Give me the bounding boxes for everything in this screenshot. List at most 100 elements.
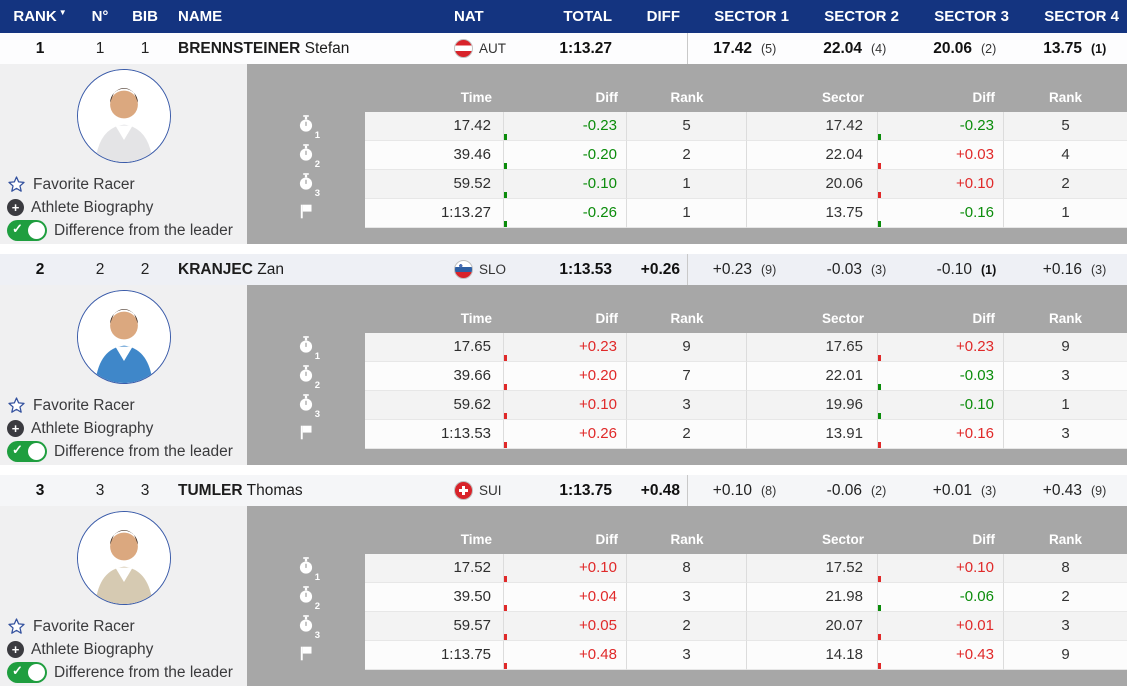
sector3-value: -0.10 bbox=[937, 261, 972, 279]
split-diff-value: +0.23 bbox=[579, 338, 617, 355]
splits-table: Time Diff Rank Sector Diff Rank 1 bbox=[247, 285, 1127, 465]
diff-trend-tick bbox=[504, 163, 507, 169]
split-rank: 1 bbox=[627, 199, 747, 228]
split-sector-diff-cell: +0.10 bbox=[878, 554, 1004, 583]
favorite-racer-button[interactable]: Favorite Racer bbox=[0, 615, 247, 638]
sector-diff-trend-tick bbox=[878, 413, 881, 419]
sector-diff-trend-tick bbox=[878, 442, 881, 448]
split-diff-value: +0.10 bbox=[579, 559, 617, 576]
nat-code: AUT bbox=[479, 41, 506, 56]
split-rank: 2 bbox=[627, 420, 747, 449]
racer-last-name: BRENNSTEINER bbox=[178, 40, 300, 57]
splits-header-sector: Sector bbox=[747, 532, 878, 547]
split-row: 1:13.27 -0.26 1 13.75 -0.16 1 bbox=[247, 199, 1127, 228]
favorite-racer-button[interactable]: Favorite Racer bbox=[0, 394, 247, 417]
racer-photo[interactable] bbox=[77, 511, 171, 605]
athlete-biography-button[interactable]: + Athlete Biography bbox=[0, 417, 247, 440]
racer-sector4-cell: +0.16(3) bbox=[1017, 254, 1127, 285]
split-sector-diff-value: -0.06 bbox=[960, 588, 994, 605]
split-sector-time: 13.91 bbox=[747, 420, 878, 449]
racer-total-time: 1:13.53 bbox=[520, 261, 612, 279]
toggle-on-icon[interactable]: ✓ bbox=[7, 662, 47, 683]
difference-from-leader-toggle[interactable]: ✓ Difference from the leader bbox=[0, 440, 247, 463]
racer-total-diff: +0.26 bbox=[612, 261, 687, 279]
split-sector-diff-cell: +0.43 bbox=[878, 641, 1004, 670]
athlete-biography-button[interactable]: + Athlete Biography bbox=[0, 196, 247, 219]
split-rank: 3 bbox=[627, 391, 747, 420]
split-row: 1 17.52 +0.10 8 17.52 +0.10 8 bbox=[247, 554, 1127, 583]
racer-photo[interactable] bbox=[77, 69, 171, 163]
split-rank: 3 bbox=[627, 641, 747, 670]
splits-table-header: Time Diff Rank Sector Diff Rank bbox=[247, 506, 1127, 554]
racer-first-name: Zan bbox=[257, 261, 284, 278]
racer-bib: 2 bbox=[120, 261, 170, 279]
racer-result-row[interactable]: 1 1 1 BRENNSTEINER Stefan AUT 1:13.27 17… bbox=[0, 33, 1127, 64]
racer-result-row[interactable]: 2 2 2 KRANJEC Zan SLO 1:13.53 +0.26 +0.2… bbox=[0, 254, 1127, 285]
athlete-biography-label: Athlete Biography bbox=[31, 199, 153, 217]
athlete-biography-label: Athlete Biography bbox=[31, 641, 153, 659]
split-sector-rank: 1 bbox=[1004, 391, 1127, 420]
racer-info-panel: Favorite Racer + Athlete Biography ✓ Dif… bbox=[0, 285, 247, 465]
split-cumulative-time: 59.57 bbox=[365, 612, 504, 641]
intermediate-number: 3 bbox=[315, 188, 320, 199]
split-cumulative-time: 1:13.53 bbox=[365, 420, 504, 449]
intermediate-number: 1 bbox=[315, 572, 320, 583]
split-sector-diff-value: +0.10 bbox=[956, 175, 994, 192]
splits-header-sector: Sector bbox=[747, 311, 878, 326]
split-diff-value: -0.10 bbox=[583, 175, 617, 192]
racer-details-panel: Favorite Racer + Athlete Biography ✓ Dif… bbox=[0, 285, 1127, 465]
athlete-biography-button[interactable]: + Athlete Biography bbox=[0, 638, 247, 661]
sort-desc-icon: ▼ bbox=[59, 8, 67, 17]
racer-list: 1 1 1 BRENNSTEINER Stefan AUT 1:13.27 17… bbox=[0, 33, 1127, 686]
column-header-number: N° bbox=[80, 8, 120, 25]
diff-trend-tick bbox=[504, 192, 507, 198]
difference-from-leader-label: Difference from the leader bbox=[54, 664, 233, 682]
racer-photo[interactable] bbox=[77, 290, 171, 384]
split-sector-diff-cell: +0.10 bbox=[878, 170, 1004, 199]
intermediate-number: 3 bbox=[315, 630, 320, 641]
racer-number: 3 bbox=[80, 482, 120, 500]
split-diff-cell: +0.23 bbox=[504, 333, 627, 362]
finish-flag-icon bbox=[298, 203, 314, 225]
toggle-knob bbox=[28, 443, 45, 460]
difference-from-leader-toggle[interactable]: ✓ Difference from the leader bbox=[0, 219, 247, 242]
sector2-value: 22.04 bbox=[823, 40, 862, 58]
split-icon-cell: 3 bbox=[247, 612, 365, 641]
difference-from-leader-toggle[interactable]: ✓ Difference from the leader bbox=[0, 661, 247, 684]
column-header-rank[interactable]: RANK▼ bbox=[0, 8, 80, 25]
split-sector-rank: 4 bbox=[1004, 141, 1127, 170]
plus-icon: + bbox=[7, 199, 24, 216]
splits-header-rank: Rank bbox=[627, 90, 747, 105]
plus-icon: + bbox=[7, 641, 24, 658]
racer-name: BRENNSTEINER Stefan bbox=[170, 40, 450, 58]
column-header-name: NAME bbox=[170, 8, 450, 25]
racer-sector2-cell: 22.04(4) bbox=[797, 33, 907, 64]
splits-header-time: Time bbox=[365, 90, 504, 105]
sector-diff-trend-tick bbox=[878, 576, 881, 582]
split-diff-cell: +0.48 bbox=[504, 641, 627, 670]
split-sector-time: 20.06 bbox=[747, 170, 878, 199]
split-sector-diff-value: -0.16 bbox=[960, 204, 994, 221]
column-header-bib: BIB bbox=[120, 8, 170, 25]
split-icon-cell: 2 bbox=[247, 583, 365, 612]
sector-diff-trend-tick bbox=[878, 634, 881, 640]
split-rank: 7 bbox=[627, 362, 747, 391]
splits-header-rank: Rank bbox=[627, 311, 747, 326]
splits-header-sector-rank: Rank bbox=[1004, 311, 1127, 326]
racer-sector1-cell: +0.23(9) bbox=[687, 254, 797, 285]
split-cumulative-time: 17.52 bbox=[365, 554, 504, 583]
intermediate-timer-icon: 3 bbox=[298, 394, 314, 417]
split-row: 3 59.52 -0.10 1 20.06 +0.10 2 bbox=[247, 170, 1127, 199]
favorite-racer-button[interactable]: Favorite Racer bbox=[0, 173, 247, 196]
racer-first-name: Thomas bbox=[247, 482, 303, 499]
sector2-value: -0.03 bbox=[827, 261, 862, 279]
split-rank: 5 bbox=[627, 112, 747, 141]
split-diff-cell: +0.10 bbox=[504, 391, 627, 420]
toggle-on-icon[interactable]: ✓ bbox=[7, 441, 47, 462]
toggle-on-icon[interactable]: ✓ bbox=[7, 220, 47, 241]
racer-sector1-cell: 17.42(5) bbox=[687, 33, 797, 64]
split-diff-cell: -0.26 bbox=[504, 199, 627, 228]
racer-result-row[interactable]: 3 3 3 TUMLER Thomas SUI 1:13.75 +0.48 +0… bbox=[0, 475, 1127, 506]
intermediate-number: 2 bbox=[315, 159, 320, 170]
diff-trend-tick bbox=[504, 605, 507, 611]
